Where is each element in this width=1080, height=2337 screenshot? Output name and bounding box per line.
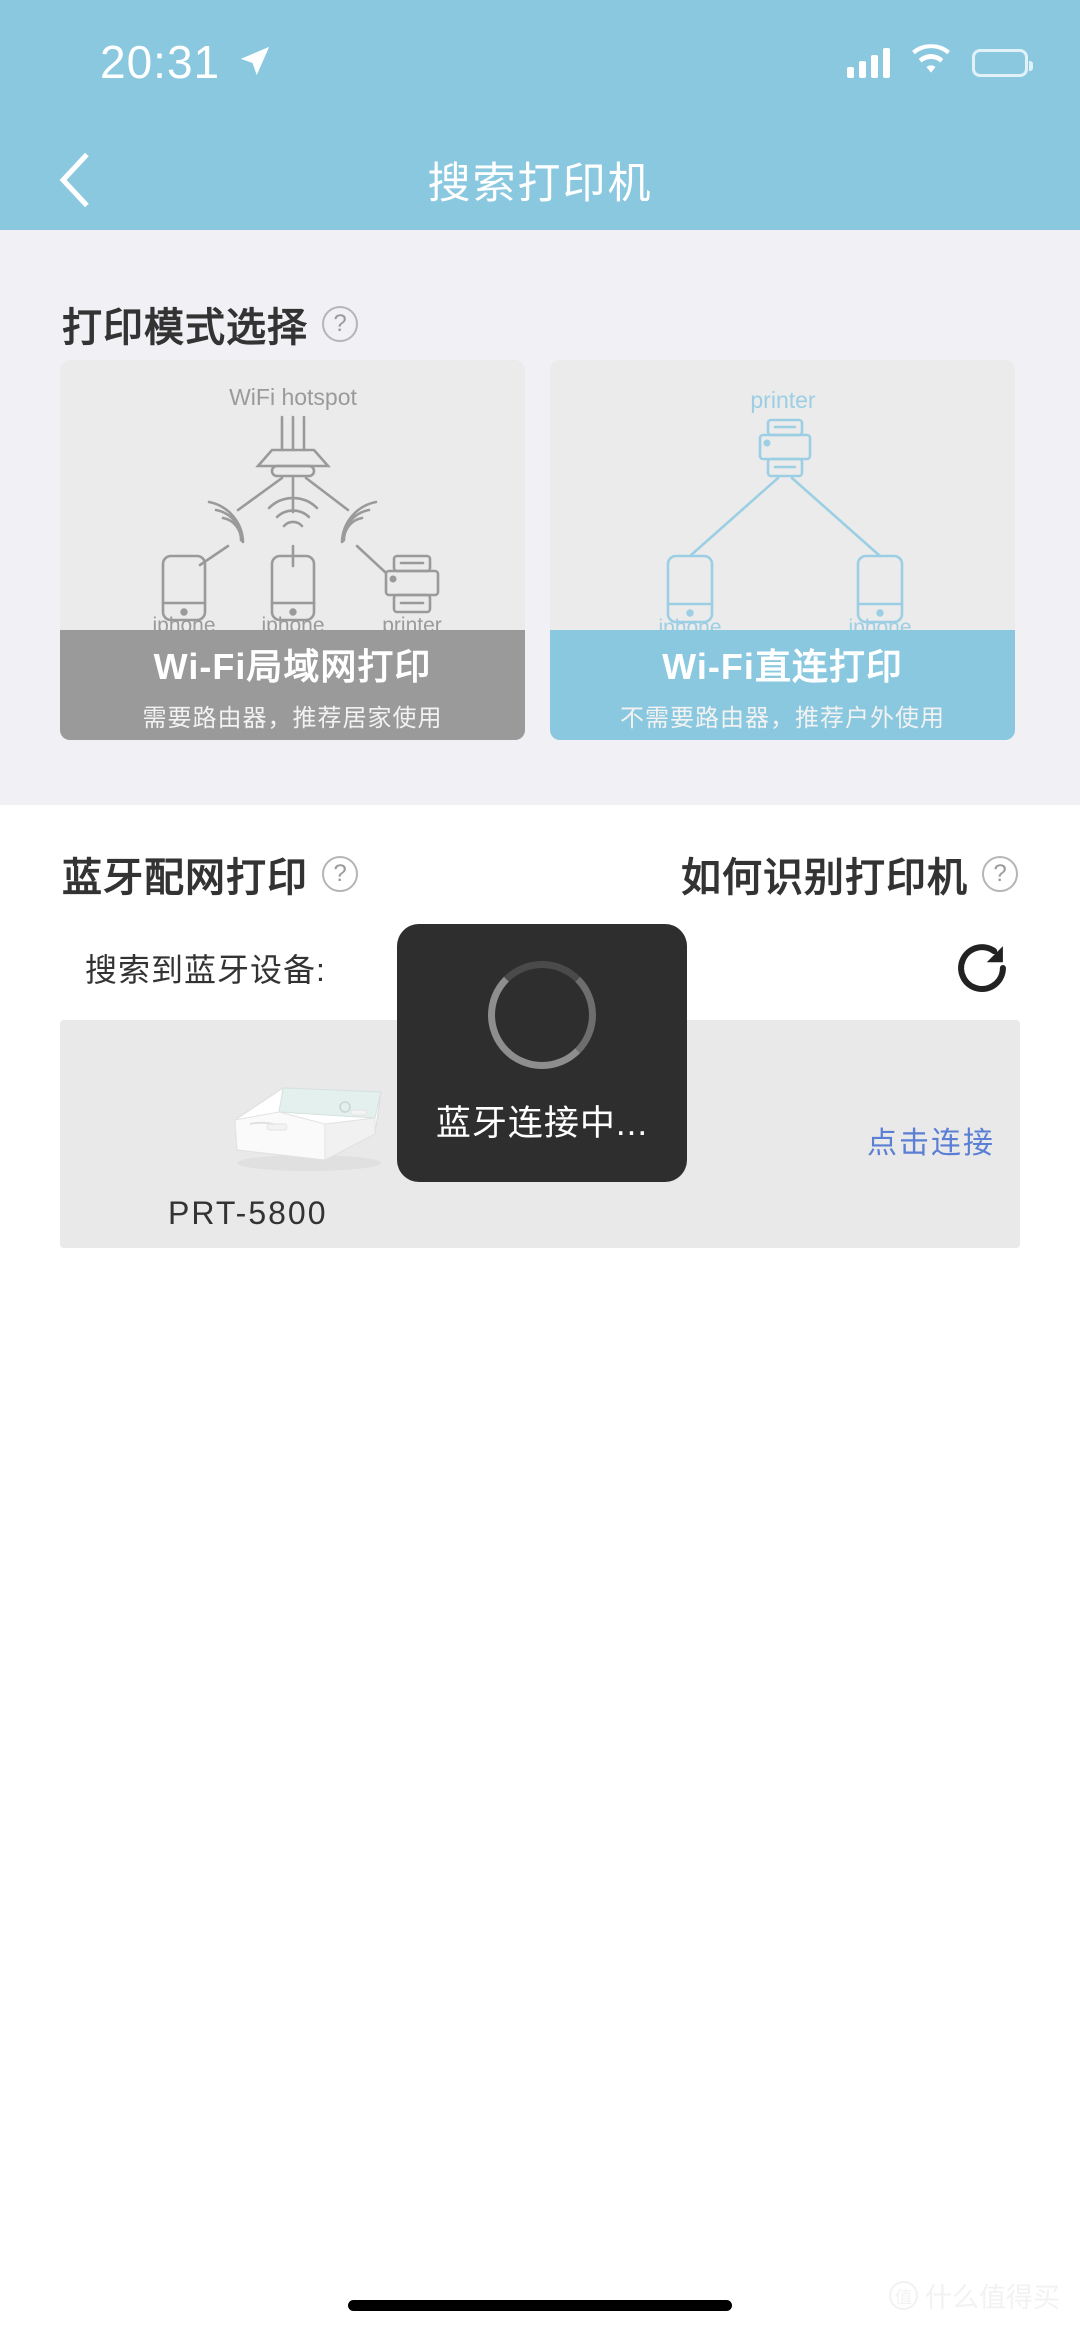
print-mode-heading: 打印模式选择 ? — [62, 295, 358, 353]
svg-text:iphone: iphone — [152, 614, 215, 630]
toast-message: 蓝牙连接中... — [435, 1103, 649, 1143]
print-mode-card-wifi-lan[interactable]: WiFi hotspot iphone iphone printer Wi-Fi… — [60, 360, 525, 740]
wifi-direct-diagram: printer iphone iphone — [550, 360, 1015, 639]
location-arrow-icon — [238, 44, 272, 83]
loading-spinner-icon — [488, 960, 596, 1069]
refresh-button[interactable] — [944, 930, 1020, 1006]
devices-found-label: 搜索到蓝牙设备: — [85, 952, 326, 988]
identify-printer-title: 如何识别打印机 — [681, 856, 968, 900]
print-mode-card-list: WiFi hotspot iphone iphone printer Wi-Fi… — [60, 360, 1015, 740]
wifi-icon — [910, 44, 952, 81]
connecting-toast: 蓝牙连接中... — [397, 924, 687, 1182]
wifi-lan-subtitle: 需要路由器，推荐居家使用 — [142, 704, 443, 732]
svg-text:printer: printer — [750, 387, 816, 413]
watermark-badge: 值 — [889, 2281, 918, 2310]
question-mark-icon[interactable]: ? — [322, 306, 358, 342]
wifi-direct-footer: Wi-Fi直连打印 不需要路由器，推荐户外使用 — [550, 630, 1015, 740]
bluetooth-print-title: 蓝牙配网打印 — [62, 856, 308, 900]
print-mode-title: 打印模式选择 — [62, 306, 308, 350]
wifi-direct-subtitle: 不需要路由器，推荐户外使用 — [620, 704, 945, 732]
portable-printer-image — [205, 1062, 405, 1172]
watermark-text: 什么值得买 — [925, 2283, 1060, 2313]
status-bar-indicators — [847, 44, 1033, 81]
phone-screen: 20:31 搜索打印机 打印模式选择 ? WiFi hotspot iphone… — [0, 0, 1080, 2337]
wifi-direct-title: Wi-Fi直连打印 — [662, 645, 903, 687]
page-title: 搜索打印机 — [427, 160, 653, 208]
cellular-signal-icon — [847, 47, 890, 78]
wifi-lan-diagram: WiFi hotspot iphone iphone printer — [60, 360, 525, 637]
identify-printer-heading[interactable]: 如何识别打印机 ? — [681, 845, 1018, 903]
bluetooth-section-headings: 蓝牙配网打印 ? 如何识别打印机 ? — [0, 845, 1080, 903]
svg-text:printer: printer — [382, 614, 442, 630]
battery-icon — [972, 48, 1033, 77]
svg-text:iphone: iphone — [848, 616, 911, 630]
svg-text:WiFi hotspot: WiFi hotspot — [229, 384, 357, 410]
bluetooth-print-heading: 蓝牙配网打印 ? — [62, 845, 358, 903]
print-mode-section: 打印模式选择 ? WiFi hotspot iphone iphone prin… — [0, 230, 1080, 805]
status-bar: 20:31 — [0, 0, 1080, 130]
device-name: PRT-5800 — [168, 1195, 328, 1231]
svg-text:iphone: iphone — [261, 614, 324, 630]
print-mode-card-wifi-direct[interactable]: printer iphone iphone Wi-Fi直连打印 不需要路由器，推… — [550, 360, 1015, 740]
refresh-icon — [958, 944, 1006, 993]
wifi-lan-footer: Wi-Fi局域网打印 需要路由器，推荐居家使用 — [60, 630, 525, 740]
nav-bar: 搜索打印机 — [0, 130, 1080, 230]
wifi-lan-title: Wi-Fi局域网打印 — [153, 645, 432, 687]
home-indicator[interactable] — [348, 2300, 732, 2311]
svg-text:iphone: iphone — [658, 616, 721, 630]
connect-button[interactable]: 点击连接 — [867, 1118, 995, 1162]
status-bar-time: 20:31 — [100, 36, 221, 88]
question-mark-icon[interactable]: ? — [322, 856, 358, 892]
question-mark-icon[interactable]: ? — [982, 856, 1018, 892]
watermark: 值 什么值得买 — [889, 2276, 1060, 2315]
